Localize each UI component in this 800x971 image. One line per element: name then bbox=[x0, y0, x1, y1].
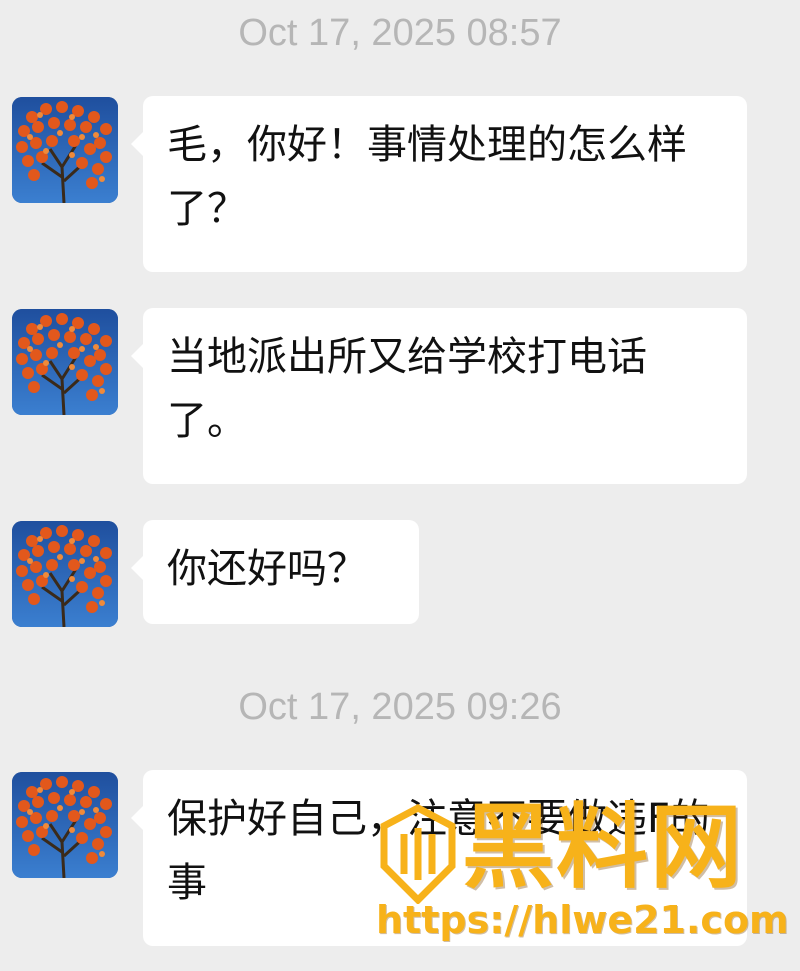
message-text: 你还好吗？ bbox=[167, 546, 367, 592]
persimmon-tree-avatar-icon bbox=[12, 772, 118, 878]
persimmon-tree-avatar-icon bbox=[12, 309, 118, 415]
message-text: 当地派出所又给学校打电话了。 bbox=[167, 334, 647, 444]
message-text: 毛，你好！事情处理的怎么样了？ bbox=[167, 122, 687, 232]
contact-avatar[interactable] bbox=[12, 772, 118, 878]
message-text: 保护好自己，注意不要做违F的事 bbox=[167, 796, 711, 906]
timestamp: Oct 17, 2025 08:57 bbox=[238, 12, 562, 54]
message-bubble[interactable]: 你还好吗？ bbox=[131, 520, 419, 624]
contact-avatar[interactable] bbox=[12, 97, 118, 203]
message-bubble[interactable]: 保护好自己，注意不要做违F的事 bbox=[131, 770, 747, 946]
persimmon-tree-avatar-icon bbox=[12, 521, 118, 627]
persimmon-tree-avatar-icon bbox=[12, 97, 118, 203]
timestamp: Oct 17, 2025 09:26 bbox=[238, 686, 562, 728]
contact-avatar[interactable] bbox=[12, 309, 118, 415]
message-bubble[interactable]: 毛，你好！事情处理的怎么样了？ bbox=[131, 96, 747, 272]
contact-avatar[interactable] bbox=[12, 521, 118, 627]
message-bubble[interactable]: 当地派出所又给学校打电话了。 bbox=[131, 308, 747, 484]
